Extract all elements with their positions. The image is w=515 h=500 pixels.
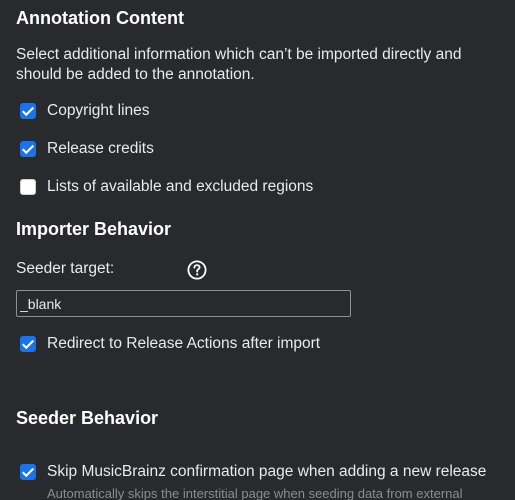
- skip-confirmation-label: Skip MusicBrainz confirmation page when …: [47, 463, 487, 480]
- release-credits-option[interactable]: Release credits: [20, 140, 154, 158]
- annotation-content-heading: Annotation Content: [16, 8, 184, 28]
- regions-lists-option[interactable]: Lists of available and excluded regions: [20, 178, 313, 196]
- release-credits-checkbox[interactable]: [20, 141, 36, 157]
- importer-behavior-heading: Importer Behavior: [16, 219, 172, 239]
- redirect-option[interactable]: Redirect to Release Actions after import: [20, 335, 320, 353]
- copyright-lines-option[interactable]: Copyright lines: [20, 102, 150, 120]
- skip-confirmation-checkbox[interactable]: [20, 464, 36, 480]
- annotation-description: Select additional information which can’…: [16, 46, 462, 83]
- seeder-behavior-heading: Seeder Behavior: [16, 408, 159, 428]
- redirect-checkbox[interactable]: [20, 336, 36, 352]
- seeder-target-input[interactable]: [16, 290, 351, 317]
- release-credits-label: Release credits: [47, 140, 154, 157]
- question-circle-icon[interactable]: [187, 260, 207, 280]
- seeder-target-label: Seeder target:: [16, 260, 115, 277]
- copyright-lines-checkbox[interactable]: [20, 103, 36, 119]
- regions-lists-checkbox[interactable]: [20, 179, 36, 195]
- skip-confirmation-description: Automatically skips the interstitial pag…: [47, 486, 463, 500]
- copyright-lines-label: Copyright lines: [47, 102, 150, 119]
- settings-page: Annotation Content Select additional inf…: [0, 0, 515, 500]
- skip-confirmation-option[interactable]: Skip MusicBrainz confirmation page when …: [20, 463, 486, 481]
- regions-lists-label: Lists of available and excluded regions: [47, 178, 314, 195]
- redirect-label: Redirect to Release Actions after import: [47, 335, 321, 352]
